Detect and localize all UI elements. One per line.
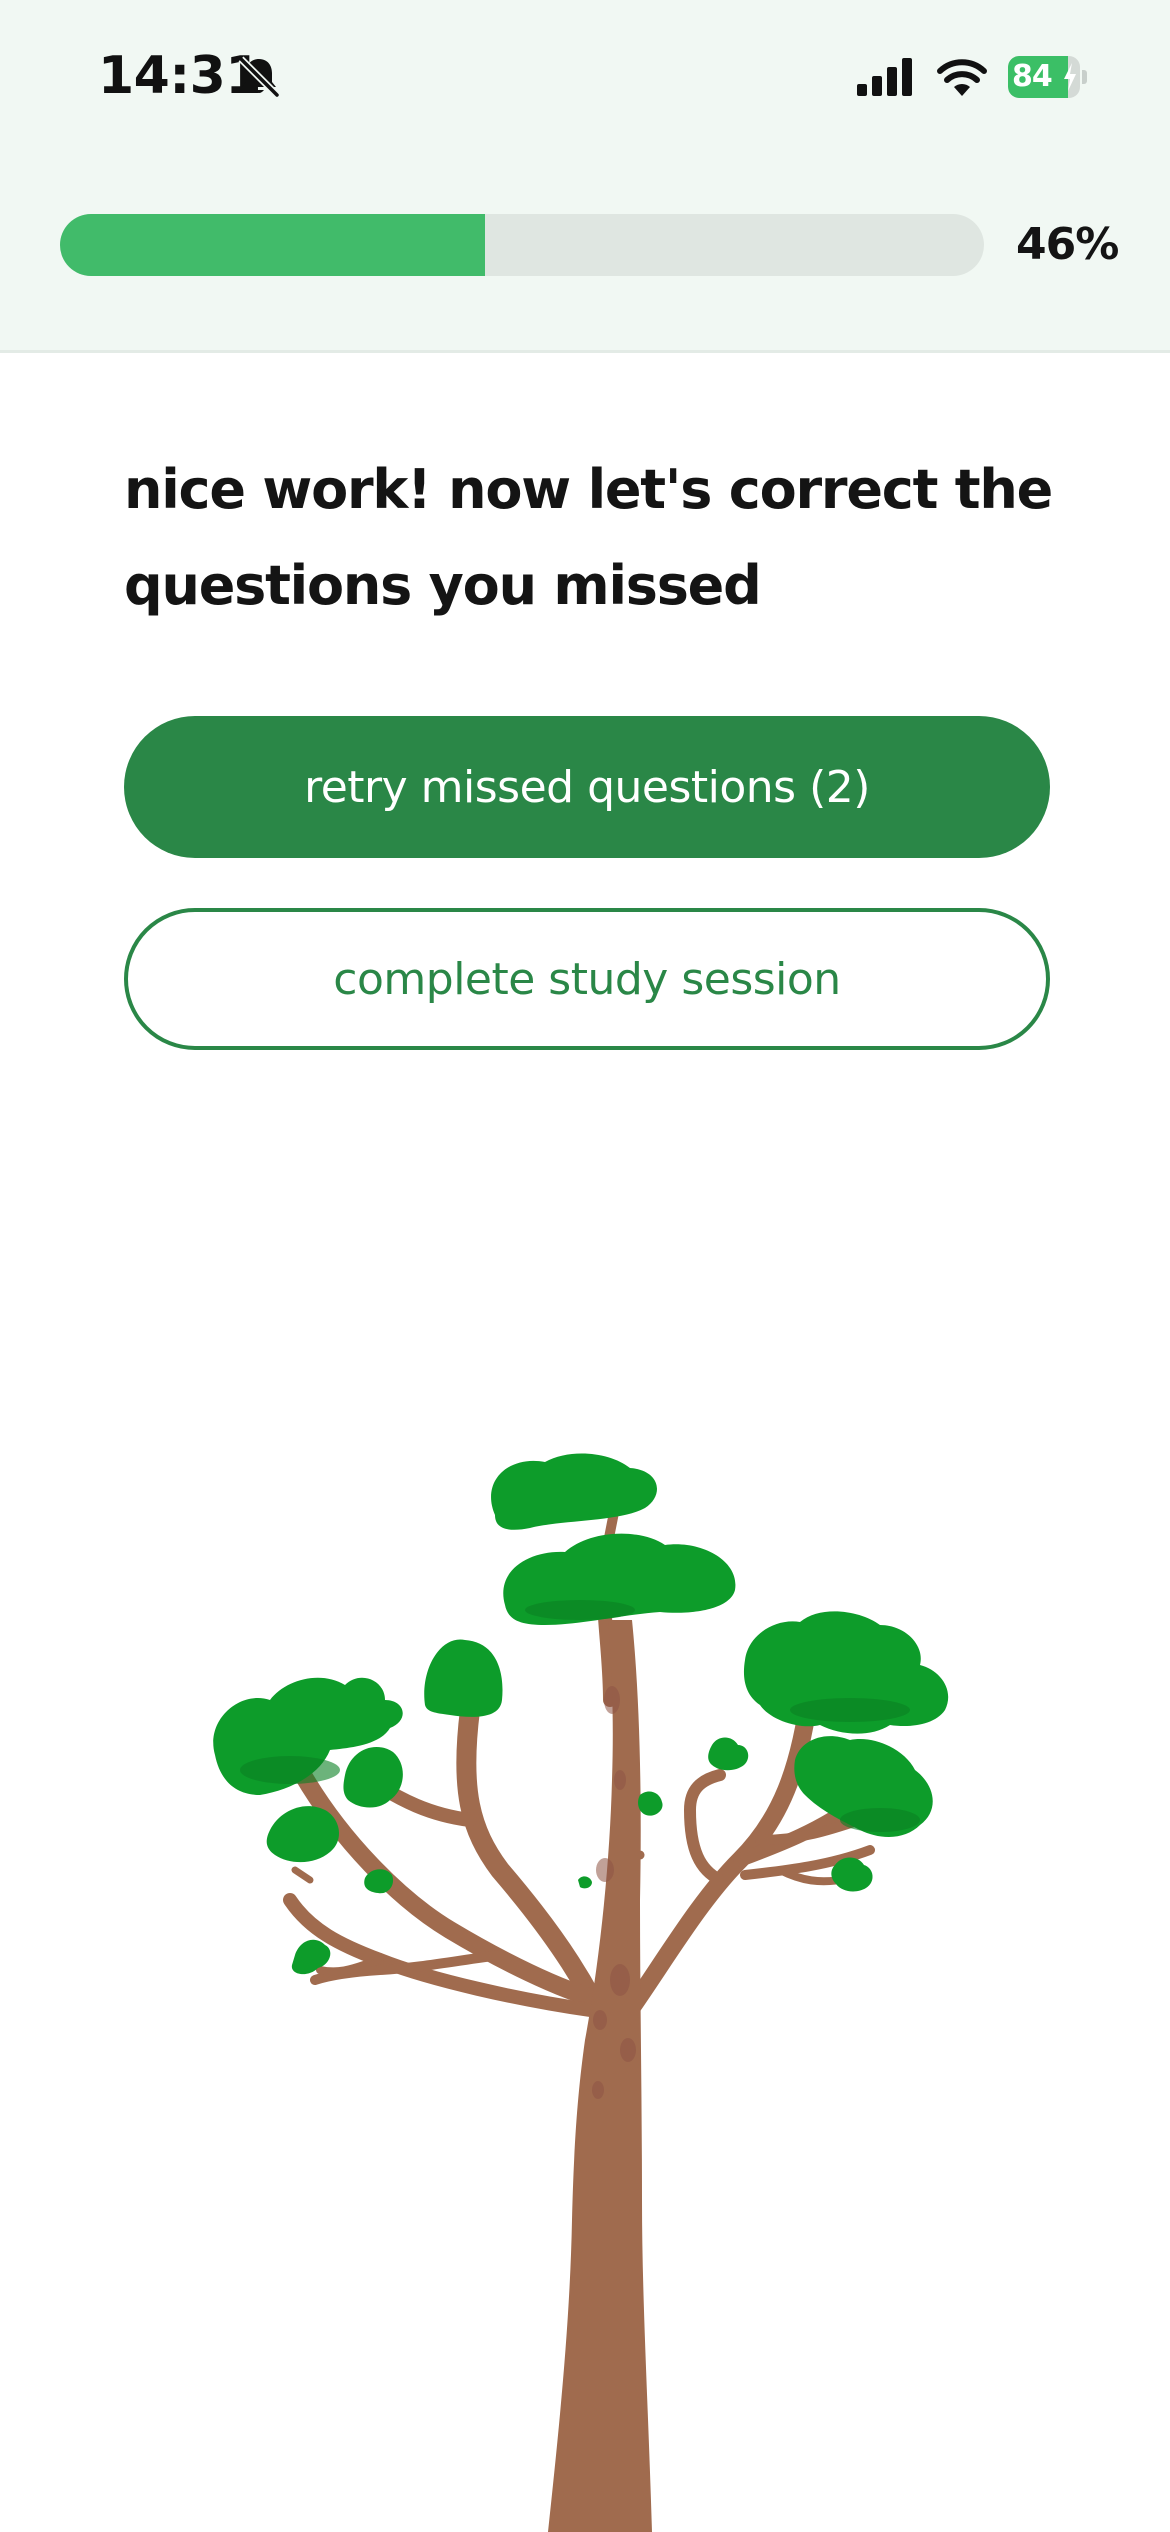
battery-body: 84 [1008,56,1080,98]
progress-bar-fill [60,214,486,276]
cellular-signal-icon [857,58,912,96]
battery-cap [1082,70,1087,84]
complete-study-session-button[interactable]: complete study session [124,908,1050,1050]
progress-bar [60,214,984,276]
page-title: nice work! now let's correct the questio… [124,458,1053,617]
header-panel: 14:31 84 46% [0,0,1170,353]
retry-missed-questions-button[interactable]: retry missed questions (2) [124,716,1050,858]
tree-trunk [548,1620,652,2532]
status-bar: 14:31 84 [0,0,1170,155]
battery-indicator: 84 [1008,56,1088,98]
bell-slash-icon [238,56,280,98]
tree-illustration [213,1453,949,2532]
battery-percent: 84 [1012,59,1053,94]
progress-percent-label: 46% [1016,219,1119,270]
charging-bolt-icon [1064,63,1076,91]
wifi-icon [937,59,987,96]
